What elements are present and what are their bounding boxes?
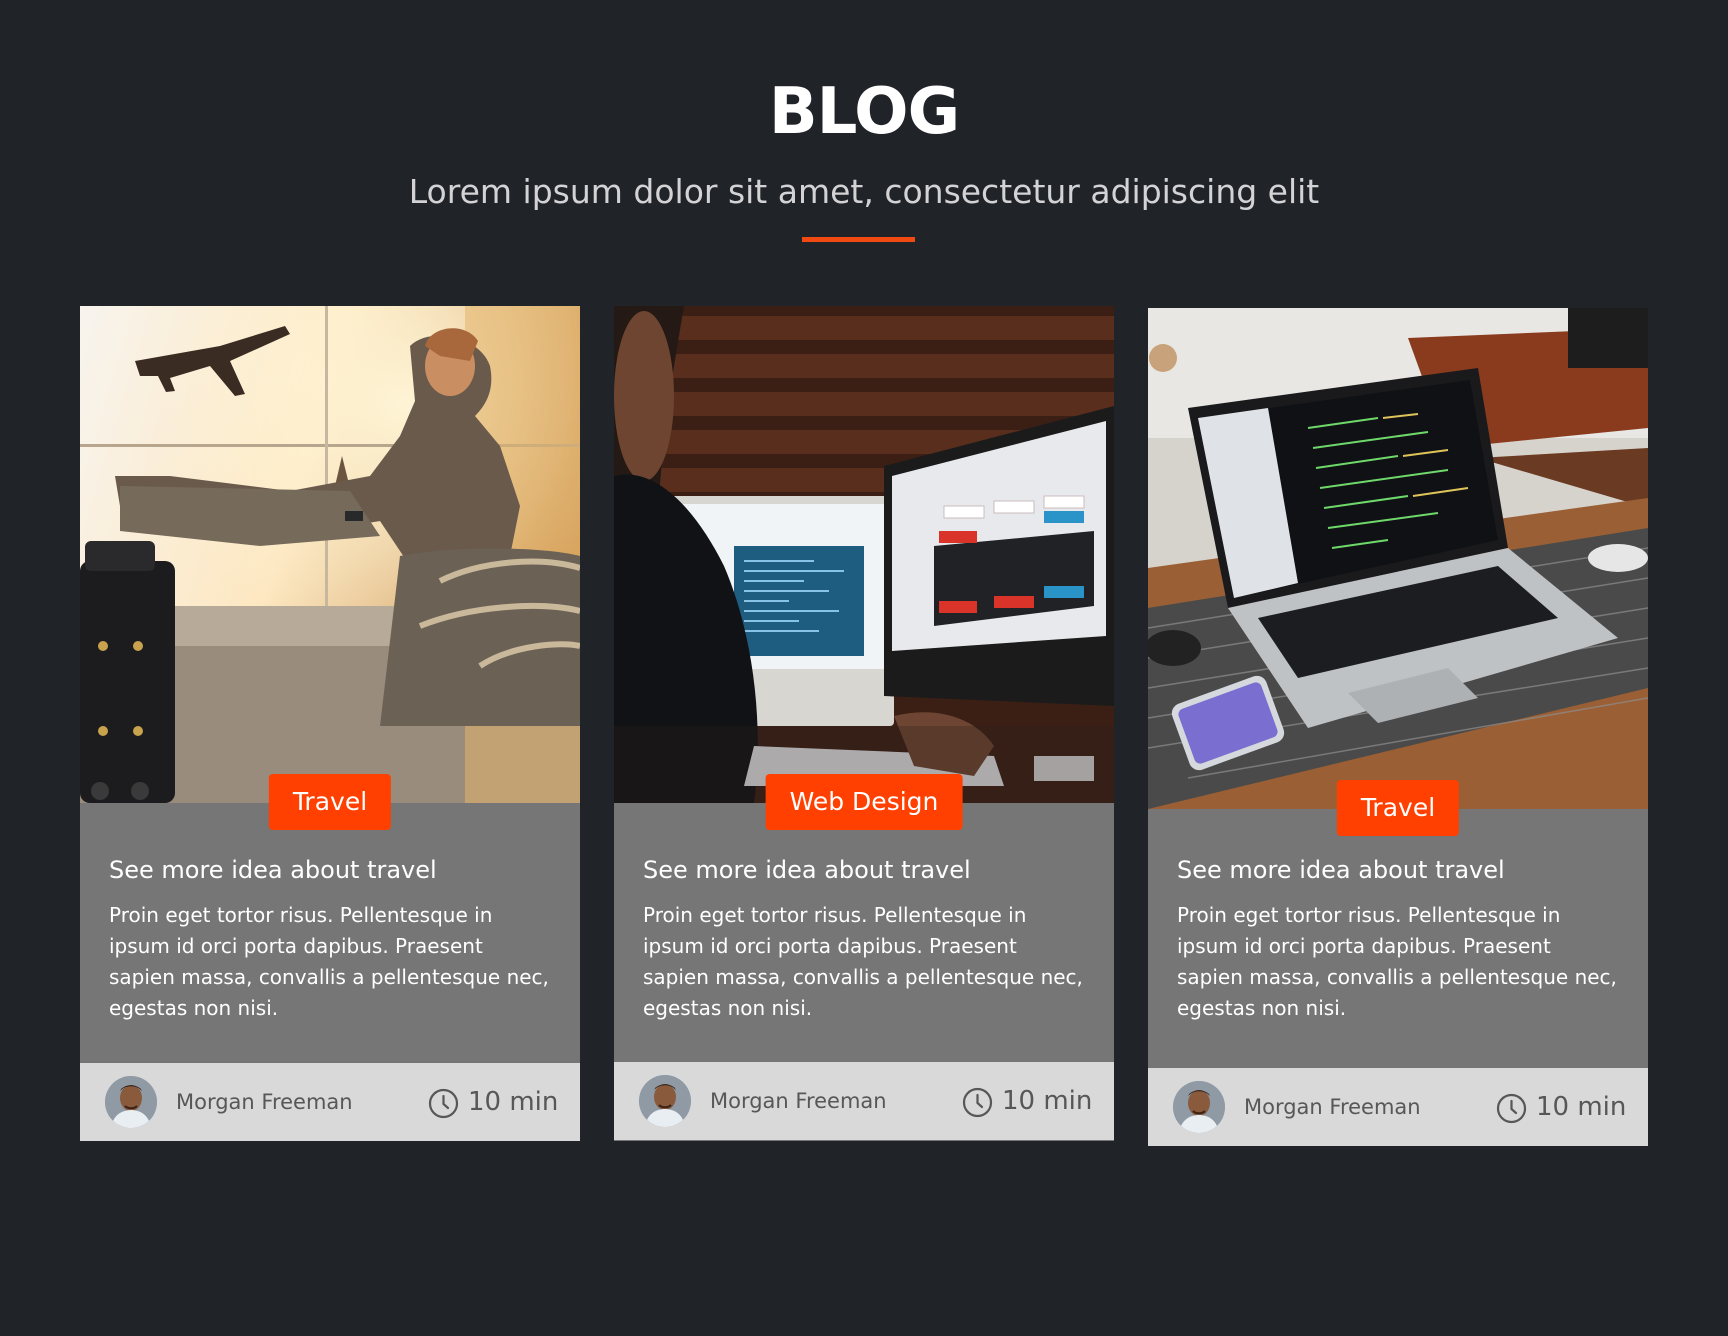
blog-card[interactable]: Travel See more idea about travel Proin …: [1148, 308, 1648, 1146]
category-tag[interactable]: Web Design: [765, 774, 963, 830]
category-tag[interactable]: Travel: [268, 774, 392, 830]
author-name[interactable]: Morgan Freeman: [1244, 1092, 1421, 1122]
card-excerpt: Proin eget tortor risus. Pellentesque in…: [643, 903, 1083, 1020]
section-title: BLOG: [768, 75, 960, 149]
avatar[interactable]: [105, 1076, 157, 1128]
clock-icon: [962, 1087, 993, 1118]
clock-icon: [1496, 1093, 1527, 1124]
blog-card[interactable]: Web Design See more idea about travel Pr…: [614, 306, 1114, 1141]
card-footer: Morgan Freeman 10 min: [614, 1062, 1114, 1140]
author-photo: [639, 1075, 691, 1127]
avatar[interactable]: [1173, 1081, 1225, 1133]
category-tag[interactable]: Travel: [1336, 780, 1460, 836]
card-image[interactable]: [1148, 308, 1648, 809]
traveler-at-airport-image: [80, 306, 580, 803]
laptop-with-code-image: [1148, 308, 1648, 809]
blog-card[interactable]: Travel See more idea about travel Proin …: [80, 306, 580, 1141]
author-name[interactable]: Morgan Freeman: [710, 1086, 887, 1116]
blog-section: BLOG Lorem ipsum dolor sit amet, consect…: [0, 0, 1728, 1336]
read-time: 10 min: [1536, 1092, 1627, 1122]
avatar[interactable]: [639, 1075, 691, 1127]
author-photo: [1173, 1081, 1225, 1133]
developer-at-monitors-image: [614, 306, 1114, 803]
card-footer: Morgan Freeman 10 min: [80, 1063, 580, 1141]
read-time: 10 min: [1002, 1086, 1093, 1116]
card-title[interactable]: See more idea about travel: [109, 854, 437, 886]
card-image[interactable]: [80, 306, 580, 803]
author-photo: [105, 1076, 157, 1128]
author-name[interactable]: Morgan Freeman: [176, 1087, 353, 1117]
card-excerpt: Proin eget tortor risus. Pellentesque in…: [1177, 903, 1617, 1020]
card-title[interactable]: See more idea about travel: [643, 854, 971, 886]
card-footer: Morgan Freeman 10 min: [1148, 1068, 1648, 1146]
section-subtitle: Lorem ipsum dolor sit amet, consectetur …: [408, 172, 1320, 211]
card-excerpt: Proin eget tortor risus. Pellentesque in…: [109, 903, 549, 1020]
title-underline: [802, 237, 915, 242]
card-title[interactable]: See more idea about travel: [1177, 854, 1505, 886]
read-time: 10 min: [468, 1087, 559, 1117]
card-image[interactable]: [614, 306, 1114, 803]
clock-icon: [428, 1088, 459, 1119]
